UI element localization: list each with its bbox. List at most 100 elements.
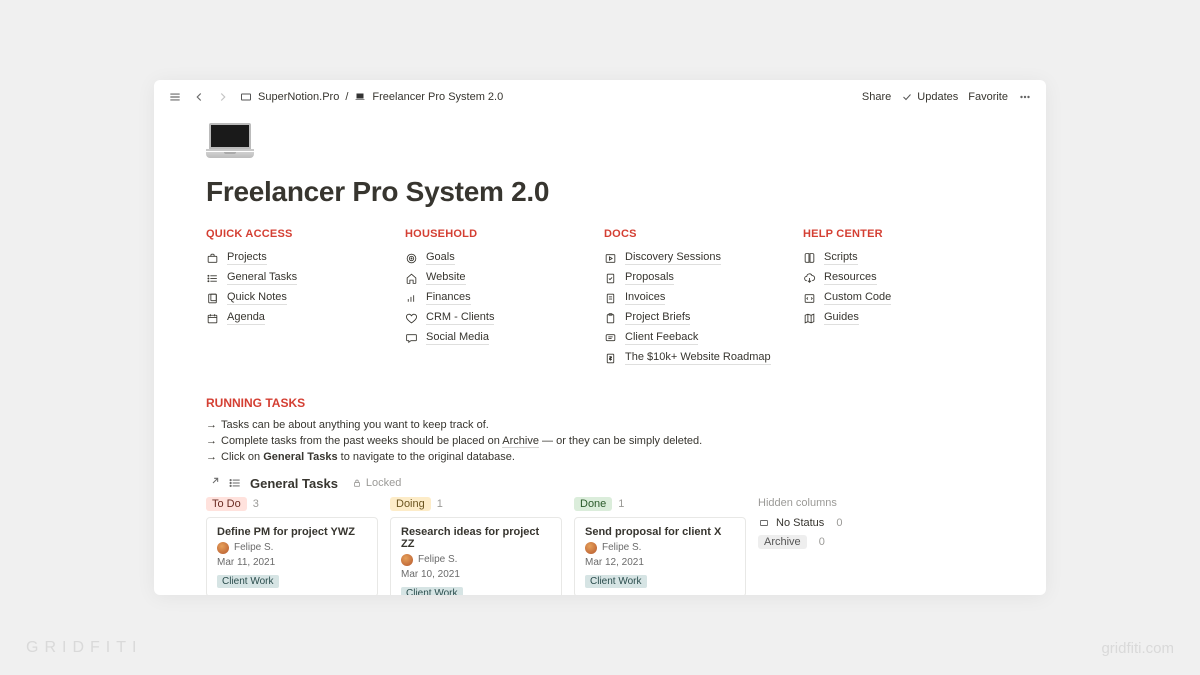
link-label: Website: [426, 271, 466, 285]
card-title: Send proposal for client X: [585, 526, 735, 538]
hint-2-link[interactable]: Archive: [502, 435, 539, 448]
hamburger-icon[interactable]: [168, 90, 182, 104]
breadcrumb-current[interactable]: Freelancer Pro System 2.0: [372, 91, 503, 103]
card-research-ideas[interactable]: Research ideas for project ZZ Felipe S. …: [390, 517, 562, 595]
card-title: Research ideas for project ZZ: [401, 526, 551, 550]
board-column-done: Done 1 Send proposal for client X Felipe …: [574, 497, 746, 595]
link-10k-roadmap[interactable]: The $10k+ Website Roadmap: [604, 348, 803, 368]
count-done: 1: [618, 498, 624, 510]
tag-doing[interactable]: Doing: [390, 497, 431, 511]
locked-label: Locked: [366, 477, 401, 489]
avatar-icon: [585, 542, 597, 554]
heading-running-tasks: RUNNING TASKS: [206, 396, 994, 410]
link-label: Finances: [426, 291, 471, 305]
forward-icon[interactable]: [216, 90, 230, 104]
app-window: SuperNotion.Pro / Freelancer Pro System …: [154, 80, 1046, 595]
card-date: Mar 12, 2021: [585, 557, 735, 568]
share-button[interactable]: Share: [862, 91, 891, 103]
breadcrumb-separator: /: [345, 91, 348, 103]
card-author: Felipe S.: [602, 542, 641, 553]
heading-help-center: HELP CENTER: [803, 228, 993, 240]
updates-button[interactable]: Updates: [901, 91, 958, 103]
link-quick-notes[interactable]: Quick Notes: [206, 288, 405, 308]
hidden-archive[interactable]: Archive 0: [758, 535, 908, 549]
running-tasks-section: RUNNING TASKS →Tasks can be about anythi…: [206, 396, 994, 595]
tag-done[interactable]: Done: [574, 497, 612, 511]
favorite-button[interactable]: Favorite: [968, 91, 1008, 103]
link-label: Proposals: [625, 271, 674, 285]
hints: →Tasks can be about anything you want to…: [206, 418, 994, 466]
breadcrumb-parent[interactable]: SuperNotion.Pro: [258, 91, 339, 103]
card-send-proposal[interactable]: Send proposal for client X Felipe S. Mar…: [574, 517, 746, 595]
link-client-feedback[interactable]: Client Feeback: [604, 328, 803, 348]
clipboard-icon: [604, 312, 617, 325]
message-icon: [604, 332, 617, 345]
hidden-columns-label: Hidden columns: [758, 497, 908, 509]
more-icon[interactable]: [1018, 90, 1032, 104]
link-project-briefs[interactable]: Project Briefs: [604, 308, 803, 328]
link-label: Scripts: [824, 251, 858, 265]
avatar-icon: [217, 542, 229, 554]
count-todo: 3: [253, 498, 259, 510]
locked-indicator: Locked: [352, 477, 401, 489]
current-page-icon: [354, 91, 366, 103]
link-custom-code[interactable]: Custom Code: [803, 288, 993, 308]
column-household: HOUSEHOLD Goals Website Finances CRM - C…: [405, 228, 604, 368]
card-author: Felipe S.: [418, 554, 457, 565]
page-icon-laptop[interactable]: [206, 118, 254, 162]
link-agenda[interactable]: Agenda: [206, 308, 405, 328]
link-label: Guides: [824, 311, 859, 325]
database-header: General Tasks Locked: [206, 476, 994, 491]
card-date: Mar 10, 2021: [401, 569, 551, 580]
link-finances[interactable]: Finances: [405, 288, 604, 308]
hint-1: Tasks can be about anything you want to …: [221, 419, 489, 431]
link-general-tasks[interactable]: General Tasks: [206, 268, 405, 288]
heart-icon: [405, 312, 418, 325]
link-discovery-sessions[interactable]: Discovery Sessions: [604, 248, 803, 268]
database-title[interactable]: General Tasks: [250, 476, 338, 491]
breadcrumb[interactable]: SuperNotion.Pro / Freelancer Pro System …: [240, 91, 503, 103]
heading-household: HOUSEHOLD: [405, 228, 604, 240]
hint-3-bold: General Tasks: [263, 451, 337, 463]
parent-page-icon: [240, 91, 252, 103]
card-define-pm[interactable]: Define PM for project YWZ Felipe S. Mar …: [206, 517, 378, 595]
expand-icon[interactable]: [206, 476, 220, 490]
download-cloud-icon: [803, 272, 816, 285]
tag-todo[interactable]: To Do: [206, 497, 247, 511]
watermark-right: gridfiti.com: [1101, 640, 1174, 657]
board-column-doing: Doing 1 Research ideas for project ZZ Fel…: [390, 497, 562, 595]
link-invoices[interactable]: Invoices: [604, 288, 803, 308]
document-check-icon: [604, 272, 617, 285]
dollar-doc-icon: [604, 352, 617, 365]
count-doing: 1: [437, 498, 443, 510]
link-label: CRM - Clients: [426, 311, 494, 325]
notes-icon: [206, 292, 219, 305]
back-icon[interactable]: [192, 90, 206, 104]
nostatus-label: No Status: [776, 517, 824, 529]
link-proposals[interactable]: Proposals: [604, 268, 803, 288]
heading-quick-access: QUICK ACCESS: [206, 228, 405, 240]
hint-3b: to navigate to the original database.: [338, 451, 515, 463]
list-view-icon[interactable]: [228, 476, 242, 490]
link-scripts[interactable]: Scripts: [803, 248, 993, 268]
link-goals[interactable]: Goals: [405, 248, 604, 268]
column-docs: DOCS Discovery Sessions Proposals Invoic…: [604, 228, 803, 368]
link-resources[interactable]: Resources: [803, 268, 993, 288]
link-label: Discovery Sessions: [625, 251, 721, 265]
link-guides[interactable]: Guides: [803, 308, 993, 328]
heading-docs: DOCS: [604, 228, 803, 240]
play-icon: [604, 252, 617, 265]
link-website[interactable]: Website: [405, 268, 604, 288]
home-icon: [405, 272, 418, 285]
link-label: Invoices: [625, 291, 665, 305]
kanban-board: To Do 3 Define PM for project YWZ Felipe …: [206, 497, 994, 595]
card-chip: Client Work: [401, 587, 463, 595]
target-icon: [405, 252, 418, 265]
link-crm-clients[interactable]: CRM - Clients: [405, 308, 604, 328]
calendar-icon: [206, 312, 219, 325]
hidden-nostatus[interactable]: No Status 0: [758, 517, 908, 529]
archive-count: 0: [819, 536, 825, 548]
link-social-media[interactable]: Social Media: [405, 328, 604, 348]
card-chip: Client Work: [585, 575, 647, 588]
link-projects[interactable]: Projects: [206, 248, 405, 268]
